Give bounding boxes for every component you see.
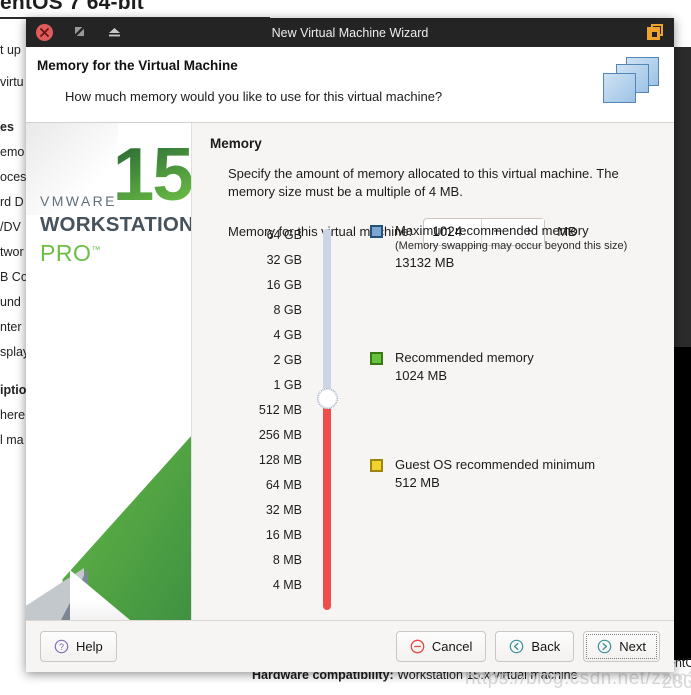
svg-text:?: ? [59, 642, 64, 652]
legend-title: Recommended memory [395, 350, 534, 365]
bg-frag-2: es [0, 120, 14, 134]
bg-frag-13: here [0, 408, 26, 422]
legend-item-recommended: Recommended memory 1024 MB [370, 350, 534, 383]
legend-value: 512 MB [395, 475, 440, 490]
page-title: Memory for the Virtual Machine [37, 58, 238, 73]
bg-frag-12: iptio [0, 383, 27, 397]
scale-label: 16 MB [265, 528, 302, 542]
legend-swatch-yellow-icon [370, 459, 383, 472]
legend-item-maximum: Maximum recommended memory (Memory swapp… [370, 223, 627, 270]
restore-icon [74, 24, 85, 42]
bg-frag-8: B Co [0, 270, 28, 284]
legend-swatch-blue-icon [370, 225, 383, 238]
legend-note: (Memory swapping may occur beyond this s… [395, 240, 628, 252]
memory-slider[interactable] [317, 229, 338, 610]
cancel-button-label: Cancel [431, 639, 473, 654]
eject-icon [108, 24, 121, 42]
help-button[interactable]: ? Help [40, 631, 117, 662]
brand-line-vmware: VMWARE [40, 193, 117, 209]
next-button[interactable]: Next [583, 631, 660, 662]
brand-trademark: ™ [91, 244, 101, 255]
dialog-footer: ? Help Cancel Back Next [26, 620, 674, 672]
page-subtitle: How much memory would you like to use fo… [65, 89, 443, 104]
legend-title: Guest OS recommended minimum [395, 457, 596, 472]
close-icon [36, 24, 53, 41]
scale-label: 64 GB [266, 228, 302, 242]
chevron-right-icon [597, 639, 612, 654]
chevron-left-icon [509, 639, 524, 654]
legend-swatch-green-icon [370, 352, 383, 365]
bg-frag-1: virtu [0, 75, 24, 89]
scale-label: 4 GB [273, 328, 303, 342]
vmware-app-icon [647, 24, 664, 41]
bg-frag-3: emo [0, 145, 25, 159]
dialog-header: Memory for the Virtual Machine How much … [26, 47, 674, 123]
back-button-label: Back [531, 639, 561, 654]
new-vm-wizard-dialog: New Virtual Machine Wizard Memory for th… [26, 18, 674, 672]
stacked-windows-icon [601, 57, 659, 109]
legend-value: 13132 MB [395, 255, 455, 270]
background-vm-title: entOS 7 64-bit [0, 0, 144, 14]
bg-frag-5: rd D [0, 195, 24, 209]
scale-label: 512 MB [258, 403, 302, 417]
bg-frag-10: nter [0, 320, 22, 334]
eject-button[interactable] [105, 23, 124, 42]
memory-section-title: Memory [210, 136, 262, 151]
back-button[interactable]: Back [495, 631, 575, 662]
next-button-label: Next [619, 639, 646, 654]
scale-label: 4 MB [272, 578, 302, 592]
scale-label: 128 MB [258, 453, 302, 467]
background-right-panel-top [674, 47, 691, 347]
dialog-titlebar: New Virtual Machine Wizard [26, 18, 674, 47]
help-icon: ? [54, 639, 69, 654]
legend-item-guest-minimum: Guest OS recommended minimum 512 MB [370, 457, 595, 490]
background-right-edge-number: 280 [662, 672, 691, 693]
scale-label: 8 GB [273, 303, 303, 317]
scale-label: 256 MB [258, 428, 302, 442]
brand-pro-text: PRO [40, 240, 92, 266]
bg-frag-7: twor [0, 245, 24, 259]
bg-frag-9: und [0, 295, 21, 309]
scale-label: 16 GB [266, 278, 302, 292]
brand-line-pro: PRO™ [40, 240, 191, 267]
cancel-icon [410, 639, 425, 654]
scale-label: 8 MB [272, 553, 302, 567]
bg-frag-14: l ma [0, 433, 24, 447]
bg-frag-11: splay [0, 345, 30, 359]
bg-frag-6: /DV [0, 220, 21, 234]
restore-button[interactable] [70, 23, 89, 42]
scale-label: 64 MB [265, 478, 302, 492]
memory-settings-panel: Memory Specify the amount of memory allo… [192, 123, 674, 620]
scale-label: 32 GB [266, 253, 302, 267]
cancel-button[interactable]: Cancel [395, 631, 487, 662]
help-button-label: Help [76, 639, 103, 654]
vmware-logo: 15 VMWARE WORKSTATION PRO™ [40, 137, 192, 267]
slider-handle[interactable] [317, 387, 338, 409]
dialog-body: 15 VMWARE WORKSTATION PRO™ Memory Specif… [26, 123, 674, 620]
scale-label: 32 MB [265, 503, 302, 517]
memory-scale-labels: 64 GB 32 GB 16 GB 8 GB 4 GB 2 GB 1 GB 51… [210, 223, 302, 598]
slider-track-upper [323, 229, 331, 398]
slider-track-lower [323, 397, 331, 610]
brand-line-workstation: WORKSTATION [40, 213, 192, 236]
scale-label: 1 GB [273, 378, 303, 392]
legend-value: 1024 MB [395, 368, 448, 383]
bg-frag-4: oces [0, 170, 27, 184]
scale-label: 2 GB [273, 353, 303, 367]
vmware-brand-panel: 15 VMWARE WORKSTATION PRO™ [26, 123, 192, 620]
legend-title: Maximum recommended memory [395, 223, 589, 238]
memory-scale-area: 64 GB 32 GB 16 GB 8 GB 4 GB 2 GB 1 GB 51… [210, 223, 670, 623]
close-button[interactable] [35, 23, 54, 42]
memory-description: Specify the amount of memory allocated t… [228, 166, 619, 199]
bg-frag-0: t up [0, 43, 21, 57]
